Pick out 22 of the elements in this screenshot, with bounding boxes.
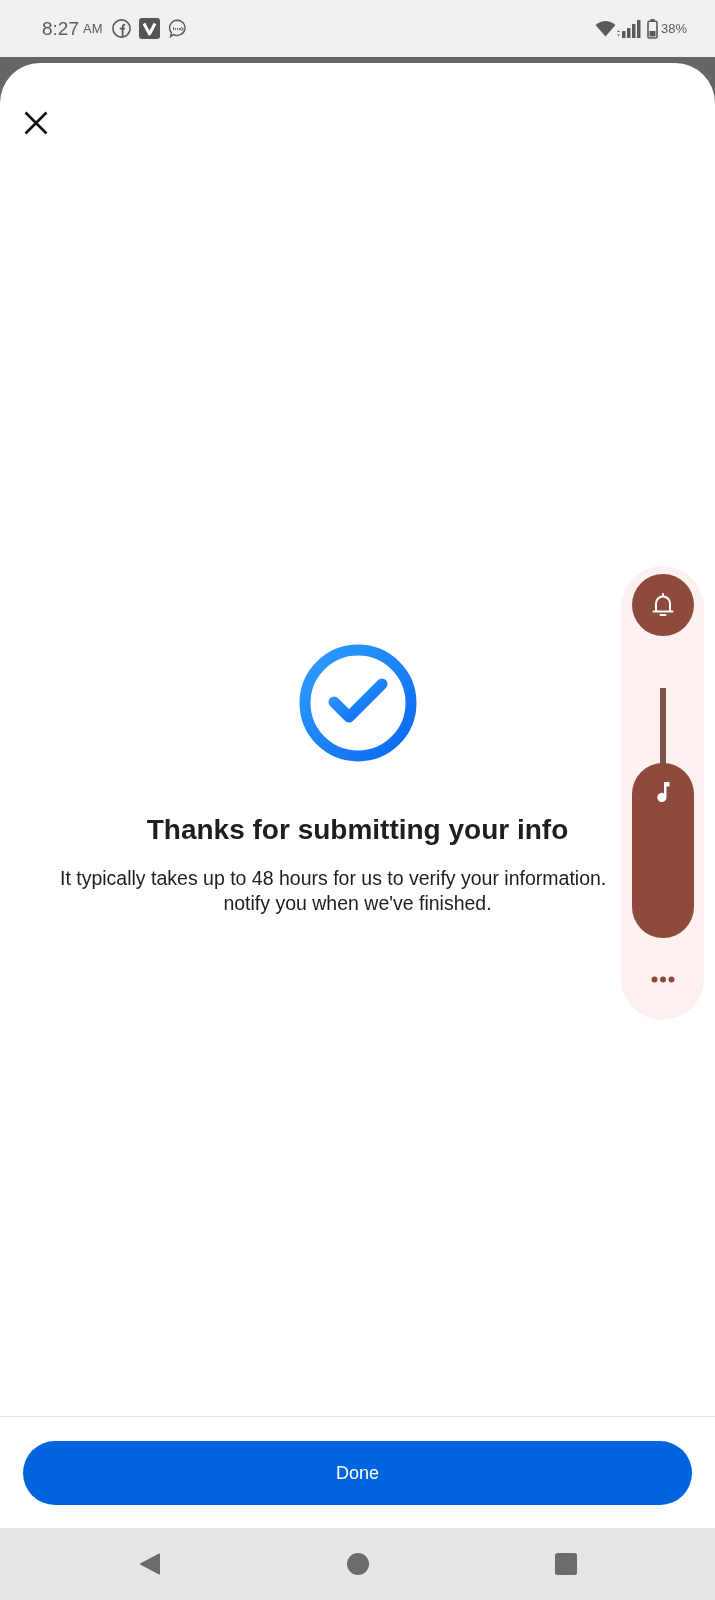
- description-line: It typically takes up to 48 hours for us to verify your information.: [60, 865, 607, 891]
- v-tile-icon: [139, 18, 161, 39]
- battery-percentage: 38%: [660, 22, 687, 35]
- check-circle-icon: [298, 643, 417, 762]
- status-time: 8:27: [42, 19, 79, 38]
- ringer-button[interactable]: [631, 574, 694, 636]
- close-icon[interactable]: [24, 111, 48, 135]
- signal-icon: [615, 19, 643, 38]
- recents-square-icon[interactable]: [554, 1553, 577, 1575]
- chat-bubble-icon: [168, 19, 188, 38]
- music-note-icon: [655, 781, 670, 803]
- description-line: notify you when we've finished.: [223, 890, 492, 916]
- wifi-icon: [594, 20, 616, 37]
- facebook-icon: [112, 19, 132, 38]
- battery-icon: [646, 18, 658, 39]
- confirmation-title: Thanks for submitting your info: [146, 813, 569, 846]
- back-triangle-icon[interactable]: [138, 1552, 161, 1576]
- home-circle-icon[interactable]: [346, 1553, 369, 1575]
- more-options-icon[interactable]: [650, 976, 675, 983]
- done-button[interactable]: Done: [23, 1441, 692, 1505]
- status-meridiem: AM: [83, 22, 103, 35]
- bell-icon[interactable]: [650, 592, 675, 618]
